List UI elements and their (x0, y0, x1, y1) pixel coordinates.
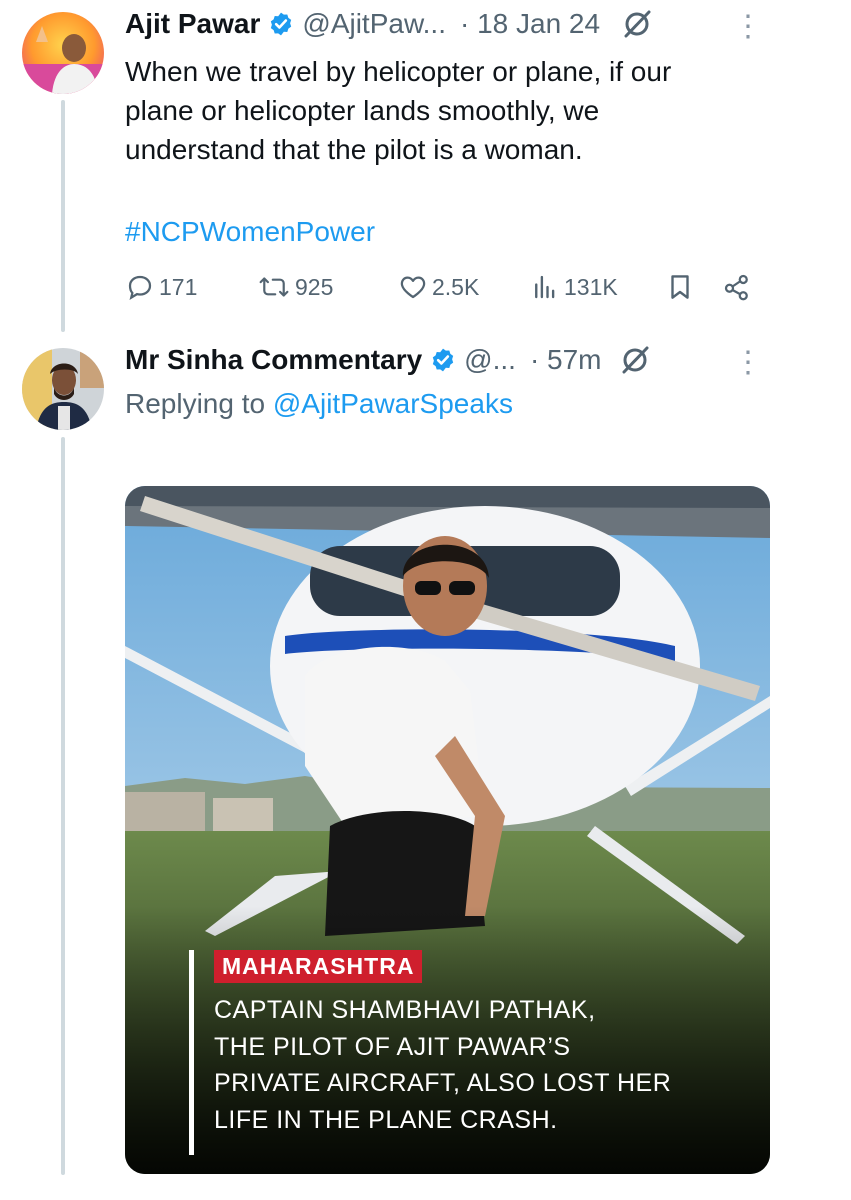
headline-line: THE PILOT OF AJIT PAWAR’S (214, 1032, 571, 1061)
replying-to: Replying to @AjitPawarSpeaks (125, 388, 513, 420)
author-handle[interactable]: @... (464, 344, 516, 376)
author-name[interactable]: Ajit Pawar (125, 8, 260, 40)
bookmark-icon (671, 275, 689, 299)
share-button[interactable] (721, 272, 757, 302)
headline-line: PRIVATE AIRCRAFT, ALSO LOST HER (214, 1069, 672, 1097)
share-icon (724, 274, 748, 301)
grok-icon[interactable] (620, 345, 650, 375)
tweet-text-line: understand that the pilot is a woman. (125, 134, 583, 165)
reply-button[interactable]: 171 (125, 272, 197, 302)
author-name[interactable]: Mr Sinha Commentary (125, 344, 422, 376)
like-button[interactable]: 2.5K (398, 272, 479, 302)
tweet-date[interactable]: · 18 Jan 24 (460, 8, 600, 40)
headline-line: CAPTAIN SHAMBHAVI PATHAK, (214, 996, 596, 1024)
views-button[interactable]: 131K (530, 272, 618, 302)
thread-line-bottom (61, 437, 65, 1175)
verified-badge-icon (271, 12, 292, 36)
region-tag: MAHARASHTRA (214, 950, 423, 983)
caption-headline: CAPTAIN SHAMBHAVI PATHAK, THE PILOT OF A… (214, 992, 754, 1138)
tweet-text: When we travel by helicopter or plane, i… (125, 52, 775, 169)
tweet-actions: 171 925 2.5K 131K (125, 272, 765, 308)
replying-to-handle-link[interactable]: @AjitPawarSpeaks (273, 388, 513, 419)
tweet-text-line: plane or helicopter lands smoothly, we (125, 95, 600, 126)
bookmark-button[interactable] (665, 272, 699, 302)
more-options-icon[interactable]: ⋮ (733, 348, 763, 378)
reply-icon (128, 275, 152, 300)
views-icon (535, 275, 555, 299)
caption-accent-bar (189, 950, 194, 1155)
grok-icon[interactable] (622, 9, 652, 39)
hashtag-link[interactable]: #NCPWomenPower (125, 216, 375, 248)
repost-button[interactable]: 925 (257, 272, 333, 302)
repost-count: 925 (295, 273, 334, 300)
headline-line: LIFE IN THE PLANE CRASH. (214, 1105, 558, 1134)
tweet-text-line: When we travel by helicopter or plane, i… (125, 56, 672, 87)
author-handle[interactable]: @AjitPaw... (302, 8, 446, 40)
tweet-time[interactable]: · 57m (530, 344, 602, 376)
repost-icon (259, 277, 289, 297)
verified-badge-icon (432, 348, 454, 372)
replying-to-label: Replying to (125, 388, 273, 419)
more-options-icon[interactable]: ⋮ (733, 12, 763, 42)
reply-count: 171 (159, 273, 198, 300)
like-count: 2.5K (432, 273, 480, 300)
thread-line-top (61, 100, 65, 332)
avatar[interactable] (22, 12, 104, 94)
avatar[interactable] (22, 348, 104, 430)
views-count: 131K (564, 273, 618, 300)
heart-icon (400, 276, 426, 299)
